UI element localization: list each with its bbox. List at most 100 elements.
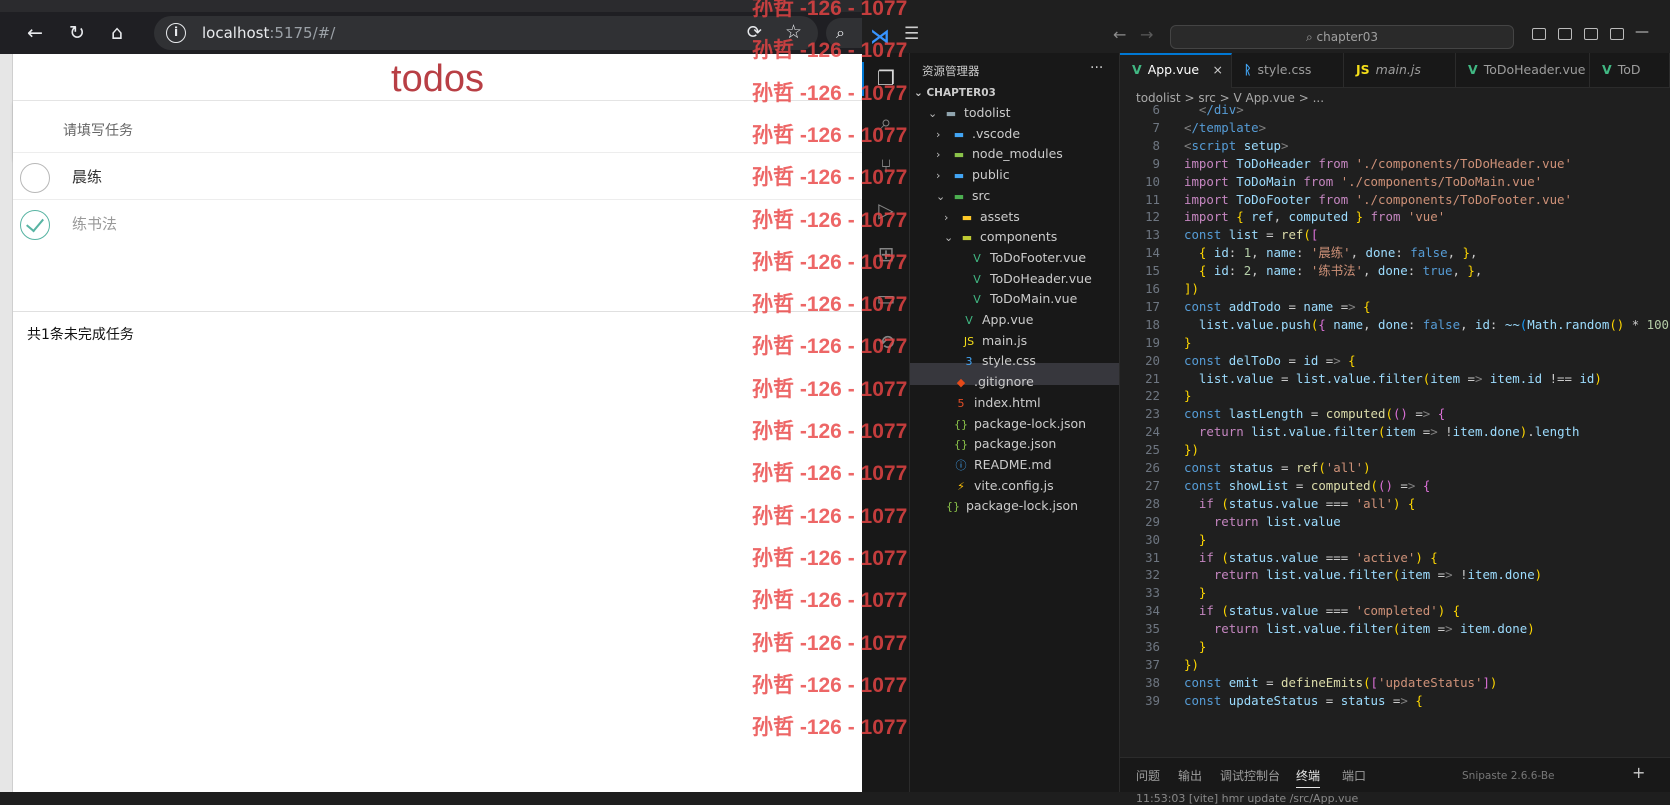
todo-item: 练书法 [13, 199, 862, 249]
code-text: return list.value.filter(item => !item.d… [1213, 567, 1543, 583]
tree-item[interactable]: {} package.json [952, 436, 1056, 458]
vue-file-icon: V [973, 272, 981, 286]
code-line: 21 list.value = list.value.filter(item =… [1120, 370, 1602, 388]
line-number: 19 [1145, 334, 1160, 350]
editor-tab[interactable]: V ToD [1590, 53, 1670, 88]
tree-item[interactable]: 5 index.html [952, 395, 1041, 417]
code-editor[interactable]: 6 </div> 7 </template> 8 <script setup> 9 impo… [1120, 101, 1670, 757]
reload-icon[interactable]: ↻ [64, 20, 90, 46]
tree-item[interactable]: ⓘ README.md [952, 457, 1052, 479]
close-tab-icon[interactable]: × [1213, 55, 1223, 85]
watermark-text: 孙哲 -126 - 1077 [752, 589, 908, 613]
minimize-icon[interactable]: — [1635, 24, 1649, 40]
chevron-right-icon[interactable]: › [936, 148, 950, 161]
code-text: import ToDoMain from './components/ToDoM… [1184, 173, 1543, 189]
back-icon[interactable]: ← [22, 20, 48, 46]
line-number: 22 [1145, 388, 1160, 404]
todo-label[interactable]: 练书法 [72, 213, 117, 234]
chevron-down-icon[interactable]: ⌄ [936, 190, 950, 203]
tree-item-label: assets [980, 208, 1020, 224]
code-line: 24 return list.value.filter(item => !ite… [1120, 423, 1579, 441]
line-number: 8 [1152, 137, 1160, 153]
todo-toggle-checkbox-checked[interactable] [20, 210, 50, 240]
watermark-text: 孙哲 -126 - 1077 [752, 293, 908, 317]
info-file-icon: ⓘ [955, 458, 967, 472]
toggle-sidebar-icon[interactable] [1532, 28, 1546, 40]
home-icon[interactable]: ⌂ [104, 20, 130, 46]
todo-label[interactable]: 晨练 [72, 166, 102, 187]
line-number: 16 [1145, 281, 1160, 296]
watermark-text: 孙哲 -126 - 1077 [752, 673, 908, 697]
editor-tab[interactable]: ᚱ style.css [1232, 53, 1344, 88]
line-number: 31 [1145, 549, 1160, 565]
tree-item[interactable]: ⚡ vite.config.js [952, 478, 1054, 500]
code-text: const showList = computed(() => { [1184, 477, 1431, 493]
tree-item[interactable]: JS main.js [960, 333, 1027, 355]
tree-item[interactable]: › ▬ assets [944, 209, 1020, 231]
code-text: import ToDoHeader from './components/ToD… [1184, 155, 1572, 171]
tree-item[interactable]: › ▬ node_modules [936, 146, 1063, 168]
line-number: 33 [1145, 585, 1160, 601]
code-line: 29 return list.value [1120, 513, 1341, 531]
tree-item[interactable]: {} package-lock.json [944, 498, 1078, 520]
workspace-root[interactable]: ⌄ CHAPTER03 [914, 87, 996, 99]
json-file-icon: {} [954, 417, 968, 431]
site-info-icon[interactable]: i [166, 23, 186, 43]
editor-tab[interactable]: V App.vue × [1120, 53, 1232, 88]
panel-tab[interactable]: 终端 [1296, 767, 1321, 788]
tree-item-label: README.md [974, 456, 1052, 472]
chevron-right-icon[interactable]: › [936, 128, 950, 141]
editor-tab[interactable]: V ToDoHeader.vue [1456, 53, 1590, 88]
line-number: 27 [1145, 477, 1160, 493]
line-number: 7 [1152, 119, 1160, 135]
line-number: 9 [1152, 155, 1160, 171]
tree-item[interactable]: V ToDoFooter.vue [968, 250, 1086, 272]
customize-layout-icon[interactable] [1610, 28, 1624, 40]
new-terminal-icon[interactable]: + [1632, 763, 1645, 782]
line-number: 28 [1145, 495, 1160, 511]
snipaste-notice: Snipaste 2.6.6-Be [1462, 770, 1555, 782]
editor-tab[interactable]: JS main.js [1344, 53, 1456, 88]
toggle-panel-icon[interactable] [1558, 28, 1572, 40]
editor-tab-label: ToD [1617, 62, 1641, 77]
chevron-down-icon[interactable]: ⌄ [928, 107, 942, 120]
panel-tab[interactable]: 问题 [1136, 767, 1160, 784]
line-number: 35 [1145, 621, 1160, 637]
chevron-right-icon[interactable]: › [944, 211, 958, 224]
tree-item[interactable]: ⌄ ▬ src [936, 188, 990, 210]
command-center-search[interactable]: ⌕ chapter03 [1170, 25, 1514, 49]
vscode-title-bar: ⋊ ☰ ← → ⌕ chapter03 — [862, 0, 1670, 53]
tree-item[interactable]: V ToDoHeader.vue [968, 271, 1092, 293]
nav-back-icon[interactable]: ← [1113, 25, 1126, 44]
address-bar[interactable]: i localhost:5175/#/ ⟳ ☆ [154, 16, 818, 50]
panel-tab[interactable]: 端口 [1342, 767, 1366, 784]
panel-tab[interactable]: 调试控制台 [1220, 767, 1280, 784]
tree-item[interactable]: ⌄ ▬ todolist [928, 105, 1011, 127]
tree-item[interactable]: 3 style.css [960, 353, 1036, 375]
tree-item[interactable]: › ▬ .vscode [936, 126, 1020, 148]
code-text: const status = ref('all') [1184, 460, 1371, 475]
chevron-down-icon[interactable]: ⌄ [944, 231, 958, 244]
nav-forward-icon[interactable]: → [1140, 25, 1153, 44]
tree-item[interactable]: ⌄ ▬ components [944, 229, 1057, 251]
tree-item-label: index.html [974, 394, 1041, 410]
watermark-text: 孙哲 -126 - 1077 [752, 81, 908, 105]
tree-item[interactable]: V App.vue [960, 312, 1033, 334]
tree-item[interactable]: ◆ .gitignore [952, 374, 1034, 396]
code-text: }) [1184, 656, 1199, 672]
toggle-secondary-sidebar-icon[interactable] [1584, 28, 1598, 40]
code-text: const delToDo = id => { [1184, 352, 1356, 368]
panel-tab[interactable]: 输出 [1178, 767, 1202, 784]
public-folder-icon: ▬ [953, 169, 965, 183]
more-actions-icon[interactable]: ··· [1090, 60, 1103, 76]
tree-item-label: src [972, 187, 991, 203]
new-todo-input[interactable] [13, 101, 862, 159]
tree-item[interactable]: {} package-lock.json [952, 416, 1086, 438]
url-text[interactable]: localhost:5175/#/ [202, 24, 335, 42]
chevron-right-icon[interactable]: › [936, 169, 950, 182]
todo-toggle-checkbox[interactable] [20, 163, 50, 193]
tree-item[interactable]: › ▬ public [936, 167, 1010, 189]
tree-item[interactable]: V ToDoMain.vue [968, 291, 1077, 313]
new-todo-box [13, 101, 862, 159]
line-number: 12 [1145, 209, 1160, 225]
